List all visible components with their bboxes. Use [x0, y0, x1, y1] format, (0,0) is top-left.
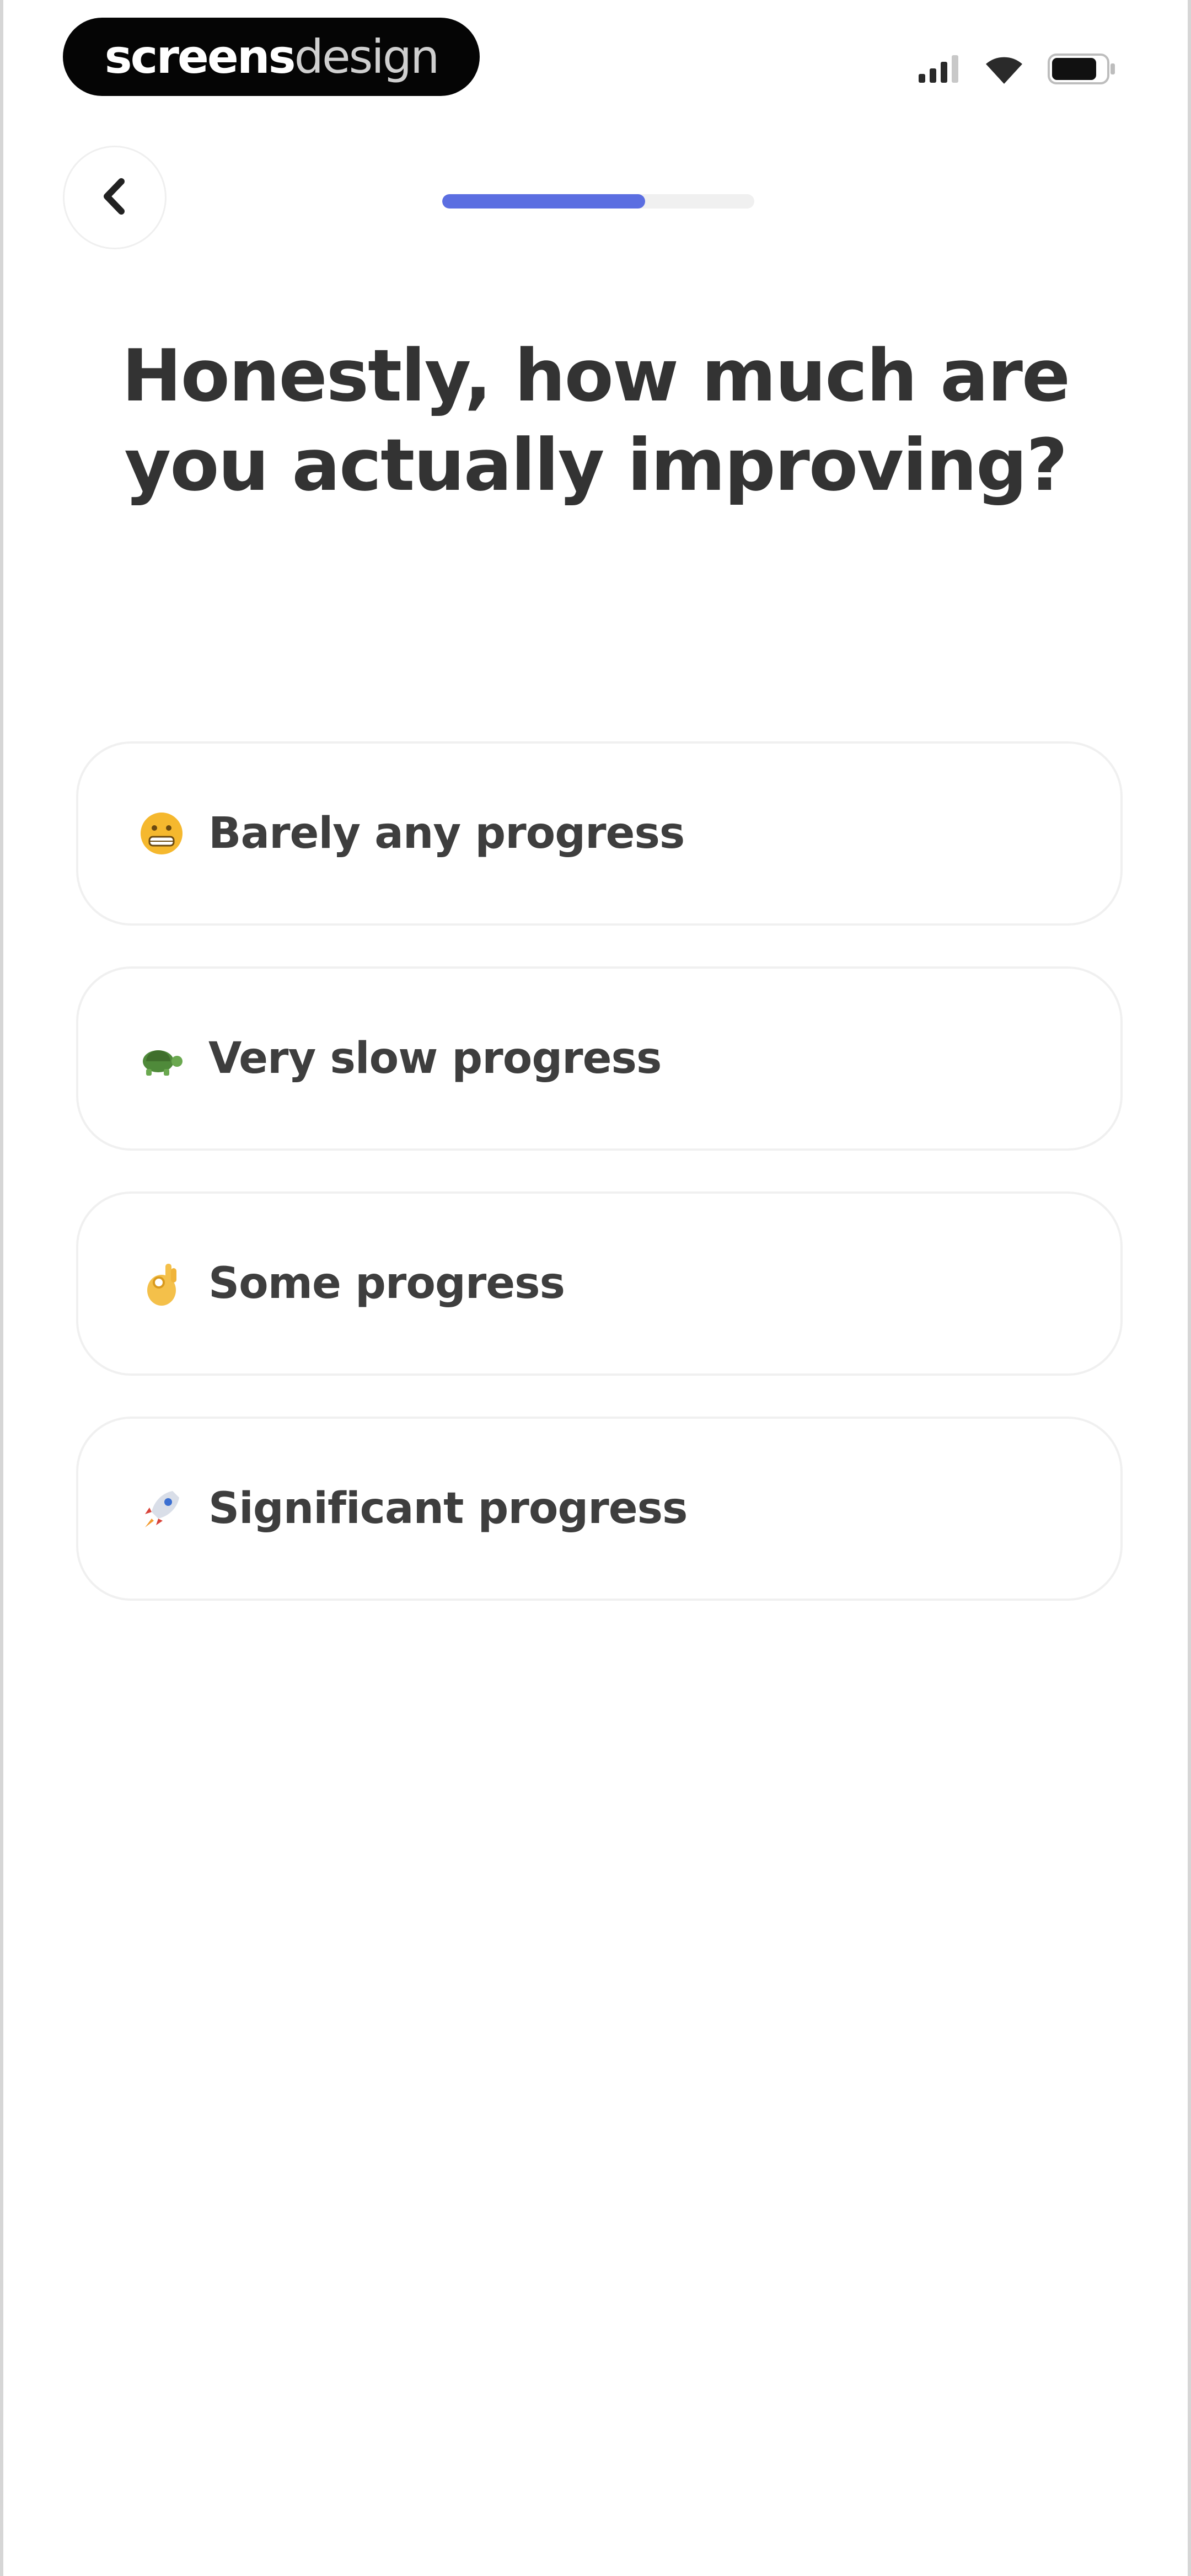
brand-watermark-pill: screens design [63, 18, 480, 96]
brand-text-part2: design [294, 30, 440, 84]
app-screen: screens design Honestly, how much are yo… [0, 0, 1191, 2576]
option-significant-progress[interactable]: Significant progress [76, 1417, 1123, 1601]
option-very-slow-progress[interactable]: Very slow progress [76, 966, 1123, 1151]
grimacing-face-icon [137, 809, 186, 858]
option-label: Significant progress [208, 1484, 688, 1533]
rocket-icon [137, 1484, 186, 1533]
question-line-2: you actually improving? [124, 423, 1068, 507]
question-line-1: Honestly, how much are [121, 334, 1070, 418]
chevron-left-icon [99, 177, 130, 218]
option-some-progress[interactable]: Some progress [76, 1191, 1123, 1376]
cellular-signal-icon [919, 55, 961, 85]
onboarding-progress-bar [442, 194, 754, 209]
option-label: Barely any progress [208, 809, 685, 858]
option-label: Very slow progress [208, 1034, 662, 1083]
turtle-icon [137, 1034, 186, 1083]
back-button[interactable] [63, 146, 167, 249]
question-title: Honestly, how much are you actually impr… [81, 331, 1110, 510]
option-barely-any-progress[interactable]: Barely any progress [76, 741, 1123, 926]
ok-hand-icon [137, 1259, 186, 1308]
battery-icon [1048, 54, 1116, 87]
answer-options: Barely any progress Very slow progress S… [76, 741, 1123, 1601]
status-icons [919, 51, 1116, 89]
option-label: Some progress [208, 1259, 565, 1308]
progress-fill [442, 194, 645, 209]
wifi-icon [985, 54, 1023, 86]
brand-text-part1: screens [104, 30, 296, 84]
